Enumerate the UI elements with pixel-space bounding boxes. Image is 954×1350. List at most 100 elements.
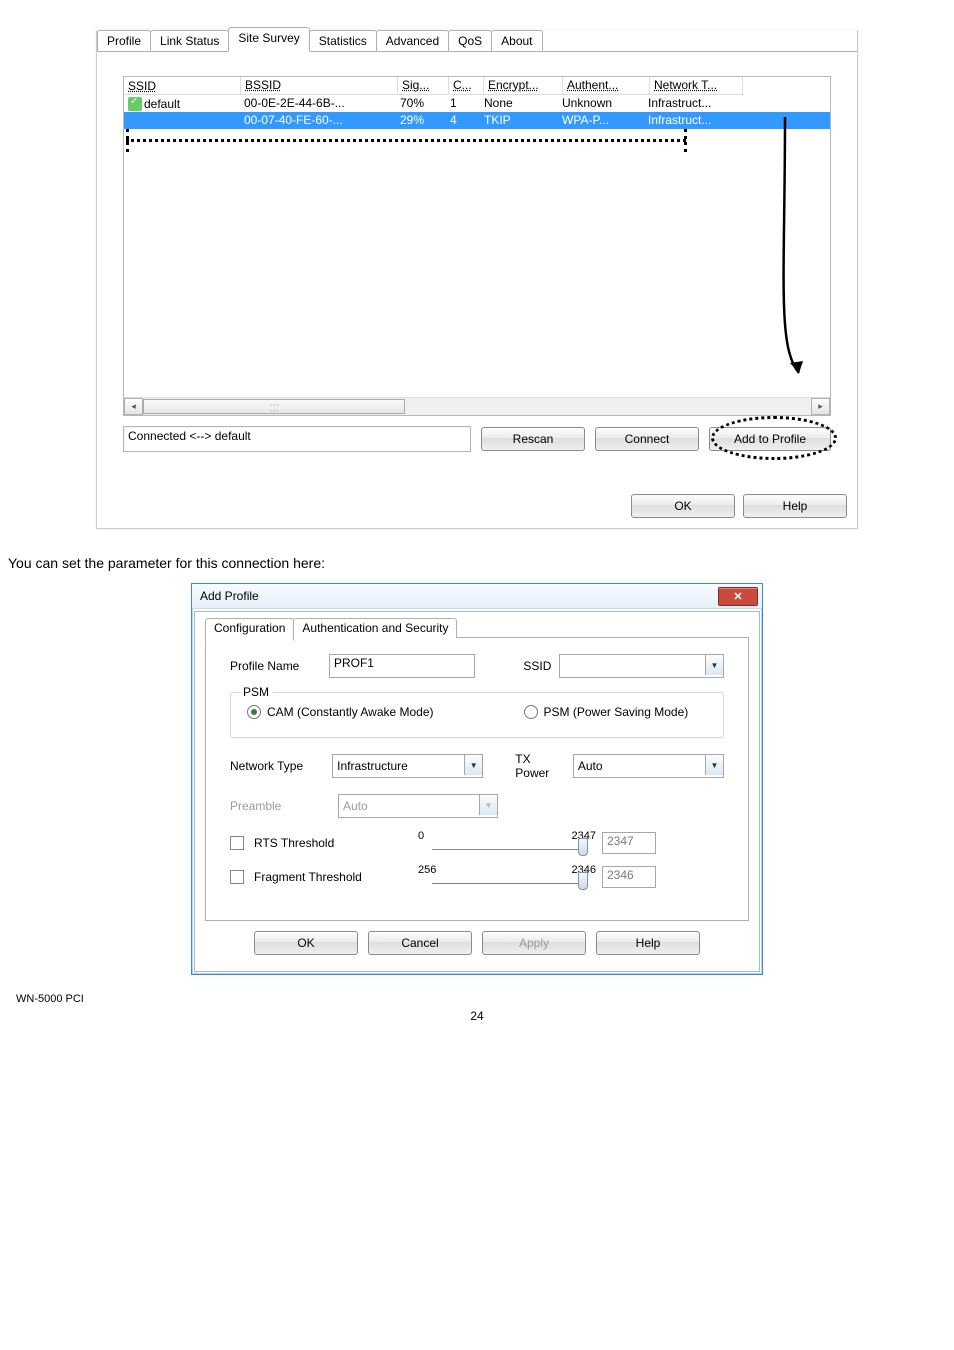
tx-power-value: Auto bbox=[578, 759, 603, 773]
help-button[interactable]: Help bbox=[596, 931, 700, 955]
dialog-title: Add Profile bbox=[200, 589, 259, 603]
col-bssid[interactable]: BSSID bbox=[241, 77, 398, 95]
radio-dot-icon bbox=[247, 705, 261, 719]
configuration-panel: Profile Name PROF1 SSID ▼ PSM CAM (Const… bbox=[205, 637, 749, 921]
list-row[interactable]: default 00-0E-2E-44-6B-... 70% 1 None Un… bbox=[124, 95, 830, 112]
connect-button[interactable]: Connect bbox=[595, 427, 699, 451]
network-type-combo[interactable]: Infrastructure ▼ bbox=[332, 754, 483, 778]
dialog-body: Configuration Authentication and Securit… bbox=[194, 611, 760, 972]
cell-ssid: default bbox=[124, 95, 240, 112]
cell-channel: 1 bbox=[446, 95, 480, 112]
cell-authent: WPA-P... bbox=[558, 112, 644, 129]
preamble-label: Preamble bbox=[230, 799, 330, 813]
tab-link-status[interactable]: Link Status bbox=[150, 30, 229, 52]
help-button[interactable]: Help bbox=[743, 494, 847, 518]
network-type-label: Network Type bbox=[230, 759, 324, 773]
connected-icon bbox=[128, 97, 142, 111]
cell-signal: 70% bbox=[396, 95, 446, 112]
annotation-arrow bbox=[781, 117, 809, 385]
dialog-buttons: OK Cancel Apply Help bbox=[205, 921, 749, 961]
profile-name-label: Profile Name bbox=[230, 659, 321, 673]
slider-thumb[interactable] bbox=[578, 838, 588, 856]
tab-profile[interactable]: Profile bbox=[97, 30, 151, 52]
col-channel[interactable]: C... bbox=[449, 77, 484, 95]
cancel-button[interactable]: Cancel bbox=[368, 931, 472, 955]
psm-group-title: PSM bbox=[239, 685, 273, 699]
cell-network: Infrastruct... bbox=[644, 95, 736, 112]
network-type-value: Infrastructure bbox=[337, 759, 408, 773]
tab-about[interactable]: About bbox=[491, 30, 542, 52]
add-to-profile-button[interactable]: Add to Profile bbox=[709, 427, 831, 451]
tabstrip: Profile Link Status Site Survey Statisti… bbox=[97, 30, 857, 52]
col-authent[interactable]: Authent... bbox=[563, 77, 650, 95]
tab-configuration[interactable]: Configuration bbox=[205, 618, 294, 641]
rescan-button[interactable]: Rescan bbox=[481, 427, 585, 451]
radio-cam[interactable]: CAM (Constantly Awake Mode) bbox=[247, 705, 434, 719]
list-row[interactable]: 00-07-40-FE-60-... 29% 4 TKIP WPA-P... I… bbox=[124, 112, 830, 129]
rts-min: 0 bbox=[418, 830, 424, 842]
network-list[interactable]: SSID BSSID Sig... C... Encrypt... Authen… bbox=[123, 76, 831, 416]
radio-psm[interactable]: PSM (Power Saving Mode) bbox=[524, 705, 689, 719]
rts-label: RTS Threshold bbox=[254, 836, 372, 850]
close-button[interactable]: ✕ bbox=[718, 587, 758, 606]
cell-channel: 4 bbox=[446, 112, 480, 129]
list-body: default 00-0E-2E-44-6B-... 70% 1 None Un… bbox=[124, 95, 830, 397]
action-row: Connected <--> default Rescan Connect Ad… bbox=[123, 426, 831, 452]
cell-encrypt: TKIP bbox=[480, 112, 558, 129]
chevron-down-icon[interactable]: ▼ bbox=[705, 755, 723, 775]
dialog-titlebar: Add Profile ✕ bbox=[192, 584, 762, 609]
rts-checkbox[interactable] bbox=[230, 836, 244, 850]
fragment-slider[interactable]: 256 2346 bbox=[382, 866, 592, 888]
dialog-bottom-buttons: OK Help bbox=[97, 482, 857, 528]
product-model: WN-5000 PCI bbox=[16, 993, 84, 1005]
rts-row: RTS Threshold 0 2347 2347 bbox=[230, 832, 724, 854]
horizontal-scrollbar[interactable]: ◂ ▸ bbox=[124, 397, 830, 415]
rts-slider[interactable]: 0 2347 bbox=[382, 832, 592, 854]
profile-name-input[interactable]: PROF1 bbox=[329, 654, 475, 678]
cell-network: Infrastruct... bbox=[644, 112, 736, 129]
annotation-line bbox=[126, 139, 686, 142]
preamble-row: Preamble Auto ▼ bbox=[230, 794, 724, 818]
chevron-down-icon[interactable]: ▼ bbox=[705, 655, 723, 675]
ssid-combo[interactable]: ▼ bbox=[559, 654, 724, 678]
rts-value: 2347 bbox=[602, 832, 656, 854]
col-ssid[interactable]: SSID bbox=[124, 77, 241, 95]
tab-advanced[interactable]: Advanced bbox=[376, 30, 449, 52]
tab-qos[interactable]: QoS bbox=[448, 30, 492, 52]
ok-button[interactable]: OK bbox=[254, 931, 358, 955]
col-signal[interactable]: Sig... bbox=[398, 77, 449, 95]
chevron-down-icon[interactable]: ▼ bbox=[464, 755, 482, 775]
chevron-down-icon: ▼ bbox=[479, 795, 497, 815]
scroll-left-button[interactable]: ◂ bbox=[124, 398, 143, 415]
ssid-text: default bbox=[144, 97, 180, 111]
tab-statistics[interactable]: Statistics bbox=[309, 30, 377, 52]
scroll-track[interactable] bbox=[143, 399, 811, 414]
page-footer: WN-5000 PCI bbox=[8, 993, 946, 1005]
cell-encrypt: None bbox=[480, 95, 558, 112]
slider-thumb[interactable] bbox=[578, 872, 588, 890]
profile-name-row: Profile Name PROF1 SSID ▼ bbox=[230, 654, 724, 678]
fragment-row: Fragment Threshold 256 2346 2346 bbox=[230, 866, 724, 888]
apply-button: Apply bbox=[482, 931, 586, 955]
status-text: Connected <--> default bbox=[123, 426, 471, 452]
fragment-checkbox[interactable] bbox=[230, 870, 244, 884]
tabstrip: Configuration Authentication and Securit… bbox=[205, 618, 749, 638]
radio-dot-icon bbox=[524, 705, 538, 719]
ok-button[interactable]: OK bbox=[631, 494, 735, 518]
scroll-right-button[interactable]: ▸ bbox=[811, 398, 830, 415]
col-network[interactable]: Network T... bbox=[650, 77, 743, 95]
fragment-value: 2346 bbox=[602, 866, 656, 888]
cell-bssid: 00-07-40-FE-60-... bbox=[240, 112, 396, 129]
tab-auth-security[interactable]: Authentication and Security bbox=[293, 618, 457, 638]
cell-signal: 29% bbox=[396, 112, 446, 129]
tx-power-combo[interactable]: Auto ▼ bbox=[573, 754, 724, 778]
col-encrypt[interactable]: Encrypt... bbox=[484, 77, 563, 95]
scroll-thumb[interactable] bbox=[143, 399, 405, 414]
fragment-min: 256 bbox=[418, 864, 436, 876]
tab-site-survey[interactable]: Site Survey bbox=[228, 27, 309, 52]
site-survey-panel: SSID BSSID Sig... C... Encrypt... Authen… bbox=[97, 51, 857, 482]
tx-power-label: TX Power bbox=[515, 752, 565, 780]
add-profile-dialog: Add Profile ✕ Configuration Authenticati… bbox=[191, 583, 763, 975]
page-number: 24 bbox=[8, 1009, 946, 1023]
instruction-text: You can set the parameter for this conne… bbox=[8, 555, 946, 571]
